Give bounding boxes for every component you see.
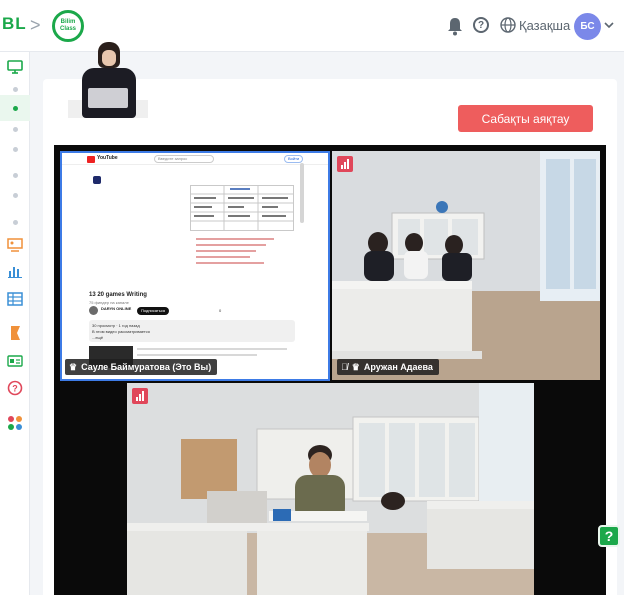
participant-label-host: ♛ Сауле Баймуратова (Это Вы) bbox=[65, 359, 218, 375]
dot-icon bbox=[12, 86, 18, 92]
end-lesson-button[interactable]: Сабақты аяқтау bbox=[458, 105, 593, 132]
youtube-search-input: Введите запрос bbox=[154, 155, 214, 163]
language-selector[interactable]: Қазақша bbox=[519, 18, 570, 33]
sidebar-item-bookmark[interactable] bbox=[0, 320, 30, 346]
mic-muted-icon: 🎙̸ bbox=[341, 362, 348, 372]
user-avatar[interactable]: БС bbox=[574, 13, 601, 40]
help-circle-icon: ? bbox=[7, 380, 23, 396]
dot-icon bbox=[12, 219, 18, 225]
bl-logo[interactable]: BL bbox=[2, 14, 27, 34]
lesson-table-graphic bbox=[190, 185, 294, 231]
id-card-icon bbox=[7, 355, 23, 367]
top-bar: BL > Bilim Class ? Қазақша БС bbox=[0, 0, 624, 52]
subscribe-button: Подписаться bbox=[137, 307, 169, 315]
bar-chart-icon bbox=[8, 267, 22, 278]
video-description: 30 просмотр · 1 год назад В этом видео р… bbox=[89, 320, 295, 342]
classroom-video-tile[interactable] bbox=[332, 151, 600, 380]
sidebar-item-help[interactable]: ? bbox=[0, 375, 30, 401]
participant-name: Аружан Адаева bbox=[363, 362, 433, 372]
sidebar-subitem-4[interactable] bbox=[0, 136, 30, 162]
student-video-feed bbox=[127, 383, 534, 595]
globe-icon[interactable] bbox=[500, 17, 516, 33]
note-line bbox=[196, 262, 264, 264]
note-line bbox=[196, 238, 274, 240]
youtube-scrollbar bbox=[300, 163, 304, 223]
video-title: 13 20 games Writing bbox=[89, 292, 147, 298]
description-line: ...ещё bbox=[92, 335, 104, 340]
sidebar-item-presentation[interactable] bbox=[0, 232, 30, 258]
comment-line bbox=[137, 348, 287, 350]
sidebar: ? bbox=[0, 52, 30, 595]
presenter-face bbox=[102, 50, 116, 66]
sidebar-item-apps[interactable] bbox=[0, 410, 30, 436]
bilim-logo-line1: Bilim bbox=[60, 19, 76, 25]
dot-icon bbox=[12, 146, 18, 152]
bookmark-icon bbox=[11, 326, 20, 340]
participant-name: Сауле Баймуратова (Это Вы) bbox=[81, 362, 212, 372]
breadcrumb-chevron-icon: > bbox=[30, 15, 41, 35]
bilim-logo-line2: Class bbox=[59, 26, 76, 32]
chevron-down-icon[interactable] bbox=[604, 21, 614, 29]
participant-label-aruzhan: 🎙̸ ♛ Аружан Адаева bbox=[337, 359, 439, 375]
youtube-logo-icon bbox=[87, 156, 95, 163]
dot-icon bbox=[12, 126, 18, 132]
crown-icon: ♛ bbox=[351, 361, 360, 372]
youtube-sign-in: Войти bbox=[284, 155, 304, 163]
dot-icon bbox=[12, 192, 18, 198]
channel-avatar bbox=[89, 306, 98, 315]
channel-name: DARYN ONLINE bbox=[101, 306, 132, 311]
classroom-video-feed bbox=[332, 151, 600, 380]
crown-icon: ♛ bbox=[69, 361, 78, 372]
dot-icon bbox=[12, 172, 18, 178]
comment-line bbox=[137, 354, 257, 356]
presentation-icon bbox=[7, 238, 23, 252]
monitor-icon bbox=[7, 60, 23, 74]
bell-icon[interactable] bbox=[446, 16, 464, 36]
student-video-tile[interactable] bbox=[127, 383, 534, 595]
chapter-icon bbox=[93, 176, 101, 184]
help-icon[interactable]: ? bbox=[473, 17, 489, 33]
sidebar-item-statistics[interactable] bbox=[0, 258, 30, 284]
youtube-header: YouTube Введите запрос Войти bbox=[62, 153, 328, 165]
bilim-class-logo[interactable]: Bilim Class bbox=[52, 10, 84, 42]
signal-strength-icon bbox=[132, 388, 148, 404]
description-line: 30 просмотр · 1 год назад bbox=[92, 323, 140, 328]
sidebar-subitem-6[interactable] bbox=[0, 182, 30, 208]
note-line bbox=[196, 244, 266, 246]
signal-strength-icon bbox=[337, 156, 353, 172]
svg-text:?: ? bbox=[12, 384, 18, 394]
like-count: 0 bbox=[219, 308, 222, 313]
floating-help-button[interactable]: ? bbox=[598, 525, 620, 547]
note-line bbox=[196, 256, 250, 258]
description-line: В этом видео рассматривается bbox=[92, 329, 150, 334]
youtube-logo-text: YouTube bbox=[97, 155, 118, 161]
table-icon bbox=[7, 292, 23, 306]
apps-icon bbox=[8, 416, 22, 430]
note-line bbox=[196, 250, 256, 252]
dot-icon bbox=[12, 105, 18, 111]
laptop-icon bbox=[88, 88, 128, 108]
video-meta: 75 финдер на канале bbox=[89, 300, 129, 305]
sidebar-item-table[interactable] bbox=[0, 286, 30, 312]
sidebar-item-id-card[interactable] bbox=[0, 348, 30, 374]
